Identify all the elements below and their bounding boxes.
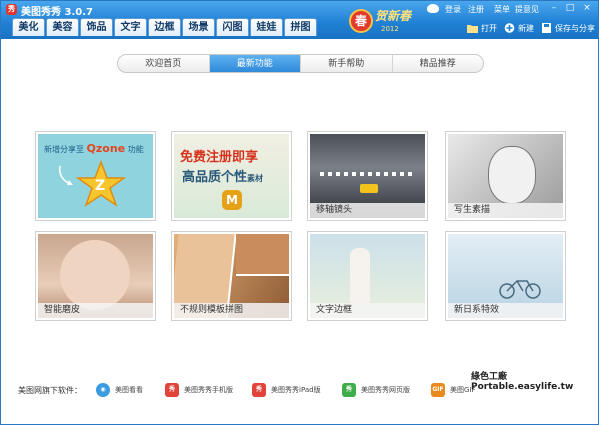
irregular-collage-caption: 不规则模板拼图 [174,303,289,318]
irregular-collage-image: 不规则模板拼图 [174,234,289,318]
login-link[interactable]: 登录 [445,4,461,15]
text-border-image: 文字边框 [310,234,425,318]
smart-skin-image: 智能磨皮 [38,234,153,318]
plus-icon [504,23,515,33]
member-subline: 高品质个性素材 [182,166,263,185]
gif-icon: GIF [431,383,445,397]
banner-year: 2012 [381,25,399,33]
member-subline-text: 高品质个性 [182,170,248,185]
tab-scene[interactable]: 场景 [182,18,215,36]
member-subline-tail: 素材 [247,174,264,183]
feedback-link[interactable]: 提意见 [515,4,539,15]
banner-badge: 春 [349,9,373,33]
app-title: 美图秀秀 3.0.7 [21,7,93,18]
tab-doll[interactable]: 娃娃 [250,18,283,36]
new-label: 新建 [518,23,534,33]
subtab-recommended[interactable]: 精品推荐 [393,55,484,72]
folder-icon [467,23,478,33]
mascot-icon [427,4,439,13]
app-window: 秀 美图秀秀 3.0.7 美化 美容 饰品 文字 边框 场景 闪图 娃娃 拼图 … [0,0,599,425]
welcome-panel: 欢迎首页 最新功能 新手帮助 精品推荐 新增分享至 Qzone 功能 Z 免费注… [1,39,598,424]
qzone-badge: Z [95,178,106,194]
qzone-share-card[interactable]: 新增分享至 Qzone 功能 Z [35,131,156,221]
download-meitu-viewer[interactable]: ◉ 美图看看 [96,382,143,398]
download-gif-app[interactable]: GIF 美图GIF [431,382,476,398]
download-web-app[interactable]: 秀 美图秀秀网页版 [342,382,410,398]
qzone-headline: 新增分享至 Qzone 功能 [44,142,144,155]
register-link[interactable]: 注册 [468,4,484,15]
tab-beauty[interactable]: 美容 [46,18,79,36]
download-label: 美图秀秀手机版 [184,386,233,394]
tab-text[interactable]: 文字 [114,18,147,36]
save-share-label: 保存与分享 [555,23,595,33]
smart-skin-caption: 智能磨皮 [38,303,153,318]
tab-flash[interactable]: 闪图 [216,18,249,36]
new-button[interactable]: 新建 [504,22,534,34]
open-button[interactable]: 打开 [467,22,497,34]
tilt-shift-caption: 移轴镜头 [310,203,425,218]
minimize-button[interactable]: – [548,3,560,14]
tilt-shift-image: 移轴镜头 [310,134,425,218]
banner-script: 贺新春 [375,9,412,23]
sketch-caption: 写生素描 [448,203,563,218]
open-label: 打开 [481,23,497,33]
qzone-brand: Qzone [86,142,126,155]
download-label: 美图看看 [115,386,143,394]
japanese-effect-card[interactable]: 新日系特效 [445,231,566,321]
tilt-shift-card[interactable]: 移轴镜头 [307,131,428,221]
eye-icon: ◉ [96,383,110,397]
bicycle-icon [499,280,541,299]
title-bar: 秀 美图秀秀 3.0.7 美化 美容 饰品 文字 边框 场景 闪图 娃娃 拼图 … [1,1,598,39]
member-badge: M [222,190,242,210]
free-register-card[interactable]: 免费注册即享 高品质个性素材 M [171,131,292,221]
download-ipad-app[interactable]: 秀 美图秀秀iPad版 [252,382,321,398]
web-app-icon: 秀 [342,383,356,397]
download-label: 美图秀秀iPad版 [271,386,321,394]
new-year-banner[interactable]: 春 贺新春 2012 [345,3,415,37]
irregular-collage-card[interactable]: 不规则模板拼图 [171,231,292,321]
tab-collage[interactable]: 拼图 [284,18,317,36]
maximize-button[interactable]: □ [564,3,576,14]
japanese-effect-image: 新日系特效 [448,234,563,318]
save-share-button[interactable]: 保存与分享 [541,22,595,34]
qzone-promo-image: 新增分享至 Qzone 功能 Z [38,134,153,218]
subtab-welcome[interactable]: 欢迎首页 [118,55,210,72]
cursor-arrow-icon [58,165,73,185]
tab-accessories[interactable]: 饰品 [80,18,113,36]
tab-beautify[interactable]: 美化 [12,18,45,36]
member-headline: 免费注册即享 [180,150,259,165]
sketch-card[interactable]: 写生素描 [445,131,566,221]
software-links-label: 美图网旗下软件： [18,386,82,395]
ipad-app-icon: 秀 [252,383,266,397]
qzone-headline-text: 新增分享至 [44,145,84,154]
save-icon [541,23,552,33]
sketch-image: 写生素描 [448,134,563,218]
site-watermark: 綠色工廠 Portable.easylife.tw [471,372,574,392]
japanese-effect-caption: 新日系特效 [448,303,563,318]
text-border-card[interactable]: 文字边框 [307,231,428,321]
app-logo-icon: 秀 [6,4,17,15]
download-label: 美图秀秀网页版 [361,386,410,394]
sub-tab-bar: 欢迎首页 最新功能 新手帮助 精品推荐 [117,54,484,73]
subtab-beginner-help[interactable]: 新手帮助 [301,55,393,72]
smart-skin-card[interactable]: 智能磨皮 [35,231,156,321]
member-promo-image: 免费注册即享 高品质个性素材 M [174,134,289,218]
phone-app-icon: 秀 [165,383,179,397]
tab-border[interactable]: 边框 [148,18,181,36]
subtab-new-features[interactable]: 最新功能 [209,55,301,72]
qzone-headline-tail: 功能 [127,145,144,154]
download-mobile-app[interactable]: 秀 美图秀秀手机版 [165,382,233,398]
text-border-caption: 文字边框 [310,303,425,318]
close-button[interactable]: × [581,3,593,14]
menu-link[interactable]: 菜单 [494,4,510,15]
